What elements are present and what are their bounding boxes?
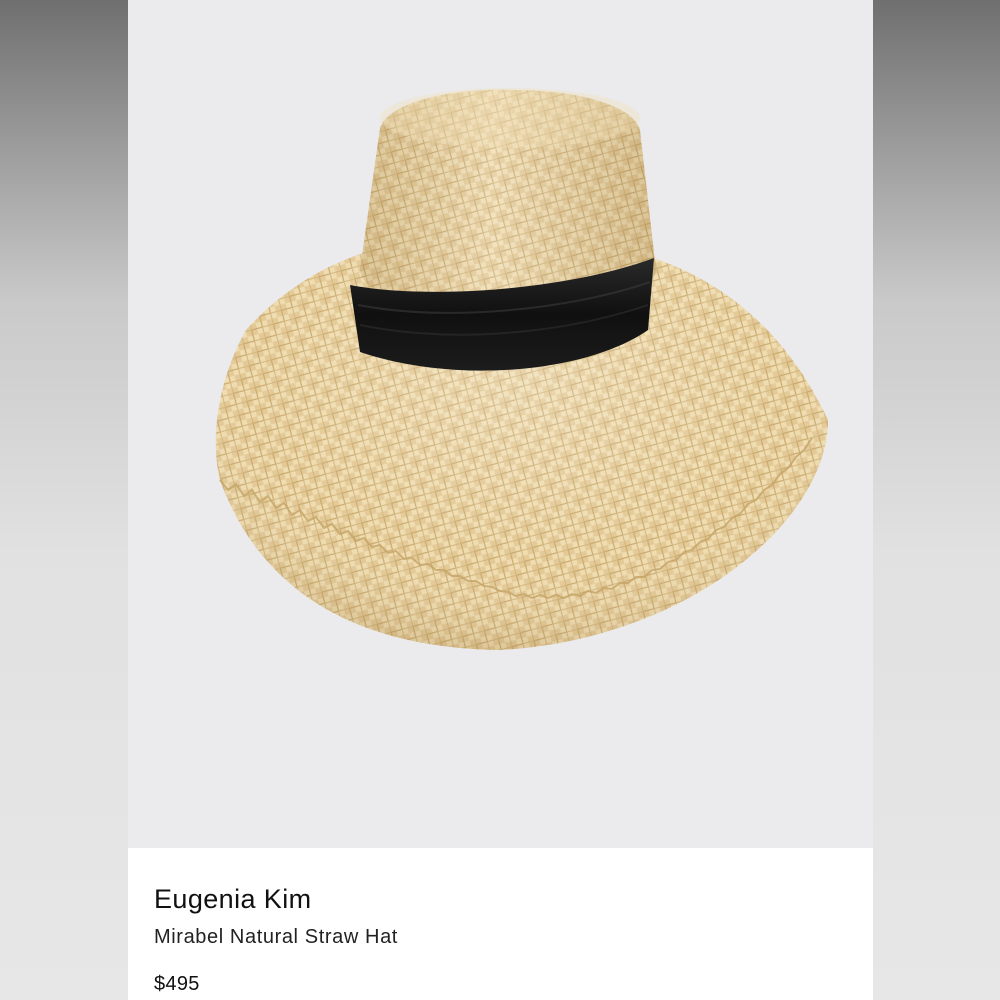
product-card[interactable]: Eugenia Kim Mirabel Natural Straw Hat $4… xyxy=(128,0,873,1000)
product-price: $495 xyxy=(154,973,200,995)
product-image[interactable] xyxy=(128,0,873,848)
right-blur-margin xyxy=(872,0,1000,1000)
product-name[interactable]: Mirabel Natural Straw Hat xyxy=(154,926,398,949)
straw-hat-illustration xyxy=(215,88,828,650)
product-brand[interactable]: Eugenia Kim xyxy=(154,884,312,915)
left-blur-margin xyxy=(0,0,128,1000)
product-info: Eugenia Kim Mirabel Natural Straw Hat $4… xyxy=(128,848,873,1000)
